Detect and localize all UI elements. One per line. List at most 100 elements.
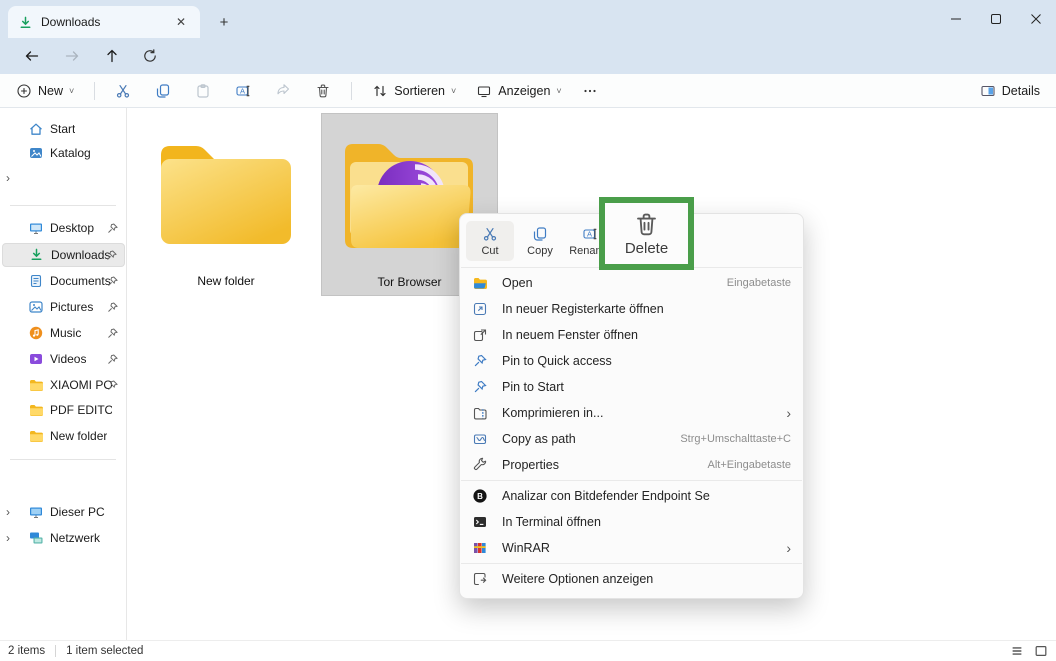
menu-item-open-new-tab[interactable]: In neuer Registerkarte öffnen <box>460 296 803 322</box>
up-icon[interactable] <box>104 48 120 64</box>
svg-text:A: A <box>587 229 592 238</box>
svg-text:A: A <box>240 86 245 95</box>
menu-item-compress[interactable]: Komprimieren in... › <box>460 400 803 426</box>
sidebar-item-pictures[interactable]: Pictures <box>2 295 125 319</box>
refresh-icon[interactable] <box>142 48 158 64</box>
close-button[interactable] <box>1016 0 1056 38</box>
folder-icon <box>28 402 44 418</box>
details-view-icon[interactable] <box>1010 644 1024 658</box>
pin-icon <box>472 353 488 369</box>
quick-action-cut[interactable]: Cut <box>466 221 514 261</box>
wrench-icon <box>472 457 488 473</box>
copy-label: Copy <box>527 244 553 257</box>
sidebar-divider <box>10 459 116 460</box>
minimize-button[interactable] <box>936 0 976 38</box>
sidebar-item-videos[interactable]: Videos <box>2 347 125 371</box>
sidebar-item-pdf-editor[interactable]: PDF EDITOR <box>2 398 125 422</box>
svg-text:B: B <box>477 492 483 501</box>
folder-icon <box>28 377 44 393</box>
navigation-bar: › Downloads › <box>0 38 1056 108</box>
chevron-right-icon: › <box>6 171 10 185</box>
pin-icon <box>105 249 118 262</box>
path-icon <box>472 431 488 447</box>
menu-divider <box>461 563 802 564</box>
back-icon[interactable] <box>24 48 40 64</box>
file-tile-new-folder[interactable]: New folder <box>146 112 306 294</box>
details-button[interactable]: Details <box>980 83 1040 99</box>
sidebar-item-start[interactable]: Start <box>2 117 125 141</box>
delete-label: Delete <box>624 239 669 257</box>
new-tab-button[interactable]: + <box>212 10 236 34</box>
title-bar: Downloads ✕ + <box>0 0 1056 38</box>
tab-close-icon[interactable]: ✕ <box>172 13 190 31</box>
bitdefender-icon: B <box>472 488 488 504</box>
paste-icon <box>195 83 211 99</box>
navigation-pane: Start Katalog › Desktop Downloads Docume… <box>0 108 127 640</box>
pin-icon <box>106 222 119 235</box>
pin-icon <box>106 353 119 366</box>
zip-folder-icon <box>472 405 488 421</box>
cut-icon[interactable] <box>115 83 131 99</box>
sidebar-expand-chevron[interactable]: › <box>2 166 125 190</box>
delete-icon[interactable] <box>633 211 660 238</box>
chevron-down-icon: ˅ <box>556 85 562 96</box>
sidebar-divider <box>10 205 116 206</box>
rename-icon[interactable]: A <box>235 83 251 99</box>
menu-item-copy-as-path[interactable]: Copy as path Strg+Umschalttaste+C <box>460 426 803 452</box>
menu-item-properties[interactable]: Properties Alt+Eingabetaste <box>460 452 803 478</box>
menu-item-open-new-window[interactable]: In neuem Fenster öffnen <box>460 322 803 348</box>
menu-item-bitdefender-scan[interactable]: B Analizar con Bitdefender Endpoint Se <box>460 483 803 509</box>
items-count: 2 items <box>8 645 46 657</box>
menu-item-open-terminal[interactable]: In Terminal öffnen <box>460 509 803 535</box>
view-button[interactable]: Anzeigen ˅ <box>476 83 562 99</box>
more-options-button[interactable] <box>582 83 598 99</box>
large-thumbnails-view-icon[interactable] <box>1034 644 1048 658</box>
chevron-right-icon: › <box>6 531 10 545</box>
maximize-button[interactable] <box>976 0 1016 38</box>
copy-icon[interactable] <box>155 83 171 99</box>
sidebar-item-desktop[interactable]: Desktop <box>2 216 125 240</box>
toolbar-separator <box>351 81 353 100</box>
menu-item-winrar[interactable]: WinRAR › <box>460 535 803 561</box>
chevron-right-icon: › <box>6 505 10 519</box>
download-icon <box>29 247 45 263</box>
sidebar-item-katalog[interactable]: Katalog <box>2 141 125 165</box>
sidebar-item-documents[interactable]: Documents <box>2 269 125 293</box>
menu-item-open[interactable]: Open Eingabetaste <box>460 270 803 296</box>
network-icon <box>28 530 44 546</box>
sidebar-item-downloads[interactable]: Downloads <box>2 243 125 267</box>
music-icon <box>28 325 44 341</box>
download-icon <box>18 15 33 30</box>
cut-label: Cut <box>481 244 499 257</box>
menu-item-show-more-options[interactable]: Weitere Optionen anzeigen <box>460 566 803 592</box>
file-name: Tor Browser <box>377 275 442 289</box>
submenu-arrow-icon: › <box>786 540 791 556</box>
annotation-highlight-delete: Delete <box>599 197 694 270</box>
sort-button[interactable]: Sortieren ˅ <box>372 83 456 99</box>
sort-label: Sortieren <box>394 83 446 98</box>
sidebar-item-new-folder[interactable]: New folder <box>2 424 125 448</box>
delete-icon[interactable] <box>315 83 331 99</box>
forward-icon[interactable] <box>64 48 80 64</box>
pin-icon <box>106 327 119 340</box>
chevron-down-icon: ˅ <box>451 85 457 96</box>
folder-icon <box>161 146 291 244</box>
quick-action-copy[interactable]: Copy <box>516 221 564 261</box>
submenu-arrow-icon: › <box>786 405 791 421</box>
sidebar-item-dieser-pc[interactable]: › Dieser PC <box>2 500 125 524</box>
details-label: Details <box>1001 83 1040 98</box>
status-bar: 2 items 1 item selected <box>0 640 1056 661</box>
desktop-icon <box>28 220 44 236</box>
sidebar-item-music[interactable]: Music <box>2 321 125 345</box>
open-window-icon <box>472 327 488 343</box>
tab-downloads[interactable]: Downloads ✕ <box>8 6 200 38</box>
pin-icon <box>106 301 119 314</box>
document-icon <box>28 273 44 289</box>
menu-item-pin-quick-access[interactable]: Pin to Quick access <box>460 348 803 374</box>
new-button[interactable]: New ˅ <box>16 83 74 99</box>
share-icon <box>275 83 291 99</box>
sidebar-item-xiaomi-poco[interactable]: XIAOMI POCO F <box>2 373 125 397</box>
status-separator <box>55 645 57 657</box>
sidebar-item-netzwerk[interactable]: › Netzwerk <box>2 526 125 550</box>
menu-item-pin-to-start[interactable]: Pin to Start <box>460 374 803 400</box>
